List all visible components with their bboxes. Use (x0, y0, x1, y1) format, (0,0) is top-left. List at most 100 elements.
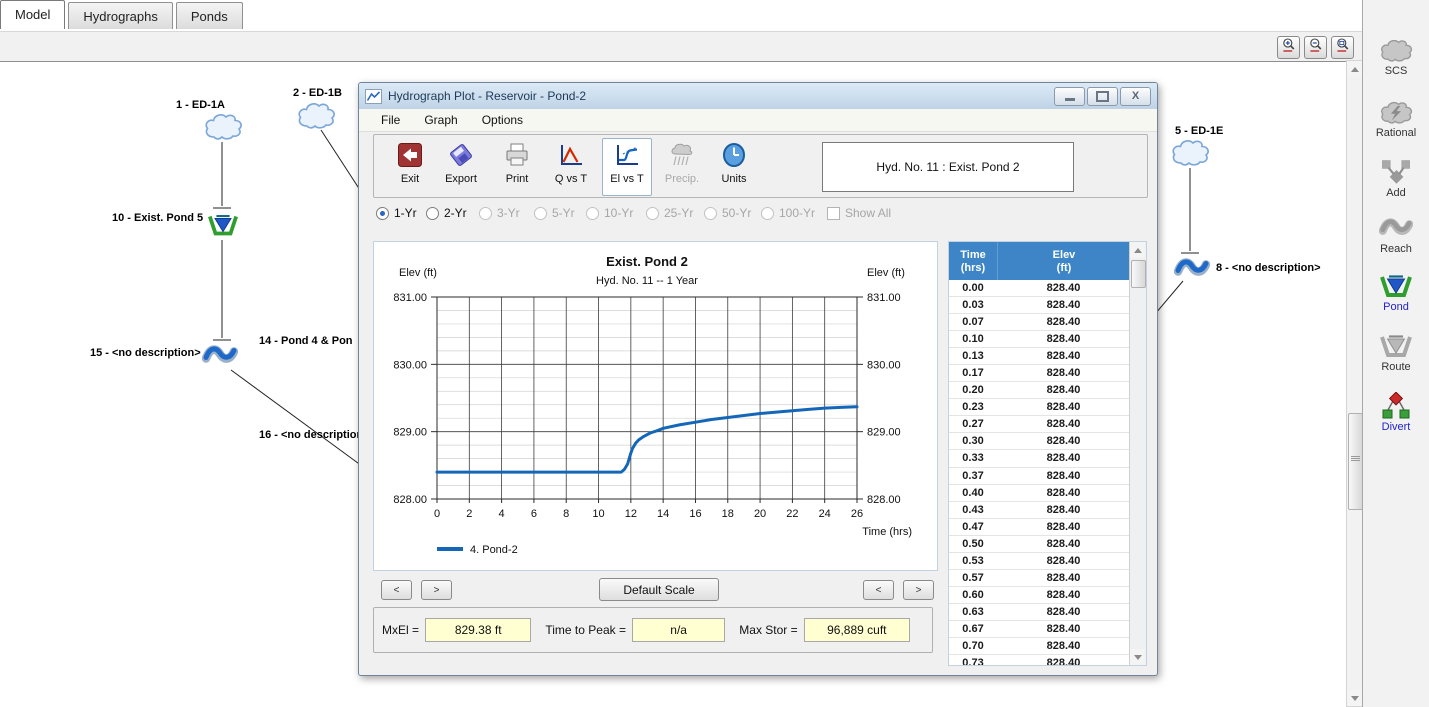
table-row[interactable]: 0.47828.40 (949, 519, 1130, 536)
year-option-2-yr[interactable]: 2-Yr (426, 206, 467, 220)
chart-nav-row: < > Default Scale < > (373, 580, 1146, 600)
model-node-label-15[interactable]: 15 - <no description> (90, 347, 201, 359)
table-header-cell[interactable]: Time(hrs) (949, 242, 998, 280)
table-row[interactable]: 0.07828.40 (949, 314, 1130, 331)
chart-next-button-left[interactable]: > (421, 580, 452, 600)
table-row[interactable]: 0.40828.40 (949, 485, 1130, 502)
table-scroll-down-icon[interactable] (1130, 649, 1145, 665)
close-button[interactable]: X (1120, 87, 1151, 106)
scroll-up-icon[interactable] (1347, 61, 1362, 77)
elevation-vs-time-chart: 828.00828.00829.00829.00830.00830.00831.… (374, 242, 937, 570)
svg-text:831.00: 831.00 (867, 292, 901, 304)
canvas-vertical-scrollbar[interactable] (1346, 60, 1363, 707)
table-header-cell[interactable]: Elev(ft) (998, 242, 1130, 280)
cloud-blue-icon[interactable] (296, 101, 336, 129)
dialog-titlebar[interactable]: Hydrograph Plot - Reservoir - Pond-2 X (359, 83, 1157, 109)
model-node-label-10[interactable]: 10 - Exist. Pond 5 (112, 212, 203, 224)
model-node-label-14[interactable]: 14 - Pond 4 & Pon (259, 335, 353, 347)
table-row[interactable]: 0.17828.40 (949, 365, 1130, 382)
table-row[interactable]: 0.03828.40 (949, 297, 1130, 314)
scroll-down-icon[interactable] (1347, 690, 1362, 706)
table-row[interactable]: 0.27828.40 (949, 416, 1130, 433)
table-row[interactable]: 0.67828.40 (949, 621, 1130, 638)
table-row[interactable]: 0.33828.40 (949, 450, 1130, 467)
model-node-label-2[interactable]: 2 - ED-1B (293, 87, 342, 99)
menu-options[interactable]: Options (470, 110, 535, 130)
table-row[interactable]: 0.23828.40 (949, 399, 1130, 416)
canvas-toolbar (0, 31, 1364, 62)
table-scroll-up-icon[interactable] (1130, 242, 1145, 258)
table-row[interactable]: 0.50828.40 (949, 536, 1130, 553)
chart-prev-button-left[interactable]: < (381, 580, 412, 600)
toolbar-print-button[interactable]: Print (492, 138, 542, 196)
tool-rational[interactable]: Rational (1363, 98, 1429, 139)
table-row[interactable]: 0.13828.40 (949, 348, 1130, 365)
tool-divert[interactable]: Divert (1363, 392, 1429, 433)
table-row[interactable]: 0.20828.40 (949, 382, 1130, 399)
tool-route[interactable]: Route (1363, 332, 1429, 373)
menu-graph[interactable]: Graph (412, 110, 469, 130)
table-next-button[interactable]: > (903, 580, 934, 600)
toolbar-q-vs-t-button[interactable]: Q vs T (546, 138, 596, 196)
table-row[interactable]: 0.53828.40 (949, 553, 1130, 570)
tab-ponds[interactable]: Ponds (176, 2, 243, 29)
model-node-label-16[interactable]: 16 - <no description> (259, 429, 370, 441)
result-field-mxel: 829.38 ft (425, 618, 531, 642)
model-node-label-1[interactable]: 1 - ED-1A (176, 99, 225, 111)
scrollbar-thumb[interactable] (1348, 413, 1363, 510)
table-row[interactable]: 0.10828.40 (949, 331, 1130, 348)
table-row[interactable]: 0.63828.40 (949, 604, 1130, 621)
model-node-label-8[interactable]: 8 - <no description> (1216, 262, 1321, 274)
elevation-table-panel: Time(hrs)Elev(ft) 0.00828.400.03828.400.… (948, 241, 1147, 666)
tab-model[interactable]: Model (0, 0, 65, 29)
wave-blue-icon[interactable] (1174, 256, 1210, 281)
table-row[interactable]: 0.73828.40 (949, 655, 1130, 665)
table-scrollbar-thumb[interactable] (1131, 260, 1146, 288)
pond-color-icon[interactable] (207, 212, 239, 238)
table-prev-button[interactable]: < (863, 580, 894, 600)
zoom-in-button[interactable] (1277, 36, 1300, 59)
toolbar-button-label: Export (445, 173, 477, 185)
tool-label: Rational (1363, 127, 1429, 139)
model-node-label-5[interactable]: 5 - ED-1E (1175, 125, 1223, 137)
elev-cell: 828.40 (997, 504, 1130, 516)
year-option-1-yr[interactable]: 1-Yr (376, 206, 417, 220)
results-summary: MxEl = 829.38 ftTime to Peak = n/aMax St… (373, 607, 933, 653)
radio-icon (704, 207, 717, 220)
table-row[interactable]: 0.43828.40 (949, 502, 1130, 519)
svg-text:16: 16 (689, 508, 701, 520)
window-buttons: X (1054, 87, 1151, 106)
cloud-blue-icon[interactable] (1170, 138, 1210, 166)
tool-pond[interactable]: Pond (1363, 272, 1429, 313)
year-option-label: 25-Yr (664, 206, 693, 220)
cloud-blue-icon[interactable] (203, 112, 243, 140)
table-row[interactable]: 0.30828.40 (949, 433, 1130, 450)
tool-reach[interactable]: Reach (1363, 214, 1429, 255)
time-cell: 0.53 (949, 555, 997, 567)
table-scrollbar[interactable] (1129, 242, 1146, 665)
time-cell: 0.03 (949, 299, 997, 311)
svg-text:Hyd. No. 11 -- 1 Year: Hyd. No. 11 -- 1 Year (596, 275, 698, 287)
toolbar-exit-button[interactable]: Exit (385, 138, 435, 196)
qvst-icon (558, 142, 584, 168)
table-row[interactable]: 0.37828.40 (949, 468, 1130, 485)
zoom-out-button[interactable] (1304, 36, 1327, 59)
year-option-50-yr: 50-Yr (704, 206, 751, 220)
table-row[interactable]: 0.00828.40 (949, 280, 1130, 297)
toolbar-export-button[interactable]: Export (436, 138, 486, 196)
minimize-button[interactable] (1054, 87, 1085, 106)
zoom-window-button[interactable] (1331, 36, 1354, 59)
toolbar-units-button[interactable]: Units (709, 138, 759, 196)
year-option-label: 3-Yr (497, 206, 520, 220)
year-option-label: 5-Yr (552, 206, 575, 220)
maximize-button[interactable] (1087, 87, 1118, 106)
toolbar-el-vs-t-button[interactable]: El vs T (602, 138, 652, 196)
hydrograph-selector-box[interactable]: Hyd. No. 11 : Exist. Pond 2 (822, 142, 1074, 192)
tool-add[interactable]: Add (1363, 158, 1429, 199)
tool-scs[interactable]: SCS (1363, 36, 1429, 77)
wave-blue-icon[interactable] (202, 343, 238, 368)
menu-file[interactable]: File (369, 110, 412, 130)
tab-hydrographs[interactable]: Hydrographs (68, 2, 172, 29)
default-scale-button[interactable]: Default Scale (599, 578, 719, 601)
table-row[interactable]: 0.70828.40 (949, 638, 1130, 655)
